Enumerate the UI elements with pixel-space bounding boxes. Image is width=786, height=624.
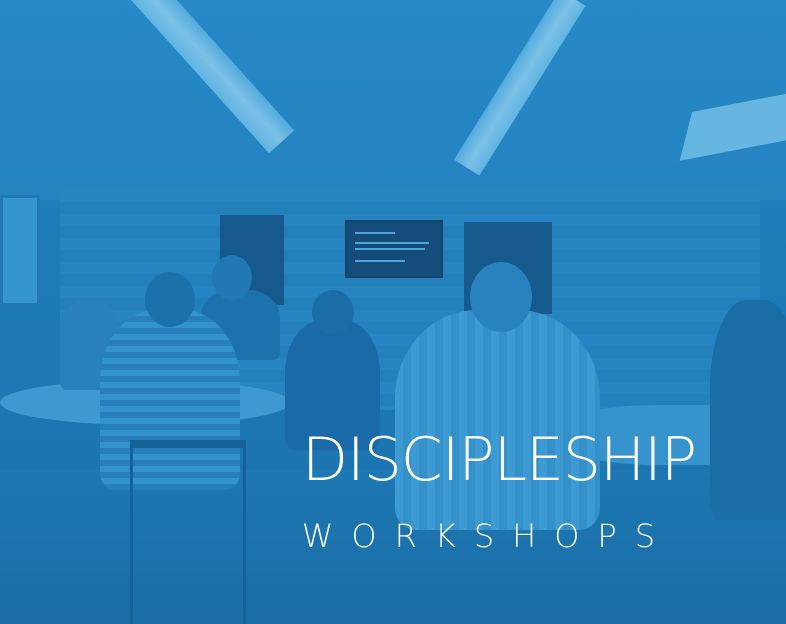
workshop-banner: DISCIPLESHIP WORKSHOPS — [0, 0, 786, 624]
banner-title: DISCIPLESHIP — [301, 425, 697, 495]
banner-subtitle: WORKSHOPS — [301, 517, 673, 555]
